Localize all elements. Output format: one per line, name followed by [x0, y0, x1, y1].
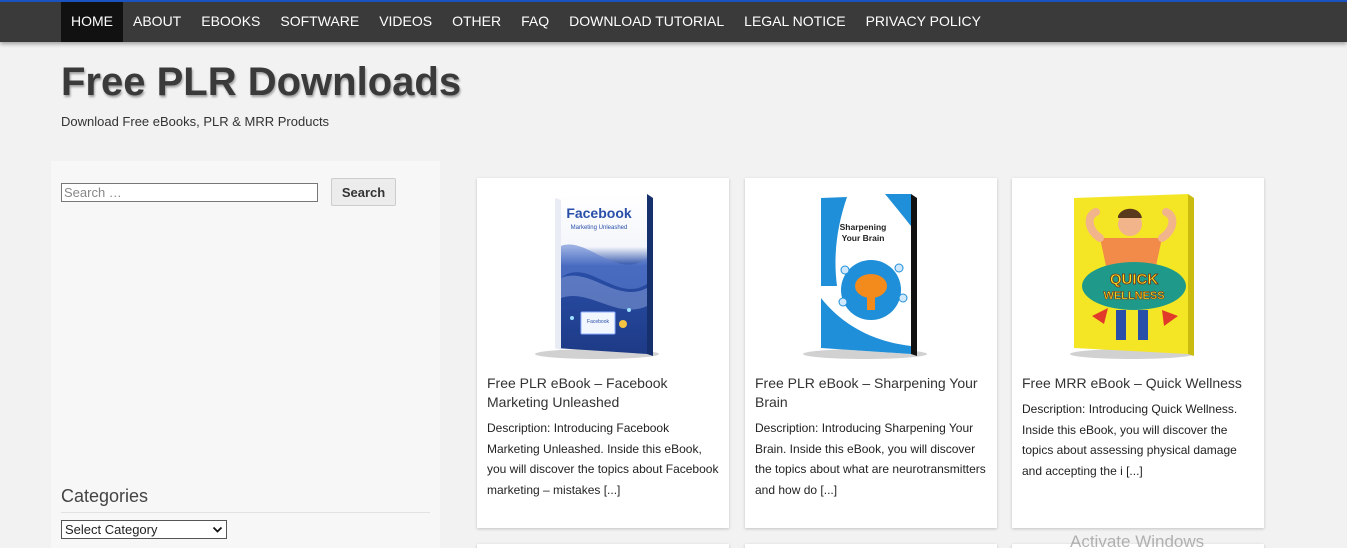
post-excerpt: Description: Introducing Facebook Market…: [487, 418, 723, 500]
main-navigation-bar: HOME ABOUT EBOOKS SOFTWARE VIDEOS OTHER …: [0, 2, 1347, 42]
post-card-quick-wellness: QUICK WELLNESS Free MRR eBook – Quick We…: [1012, 178, 1264, 528]
main-menu: HOME ABOUT EBOOKS SOFTWARE VIDEOS OTHER …: [61, 2, 991, 42]
categories-divider: [61, 512, 430, 513]
nav-item-privacy-policy[interactable]: PRIVACY POLICY: [856, 2, 991, 42]
post-card-facebook: Facebook Marketing Unleashed Facebook Fr…: [477, 178, 729, 528]
category-select[interactable]: Select Category: [61, 520, 227, 539]
post-excerpt: Description: Introducing Quick Wellness.…: [1022, 399, 1258, 481]
book-cover-image[interactable]: Facebook Marketing Unleashed Facebook: [477, 186, 729, 368]
site-tagline: Download Free eBooks, PLR & MRR Products: [61, 114, 330, 129]
cover-title-line1: QUICK: [1110, 271, 1159, 288]
book-cover-image[interactable]: QUICK WELLNESS: [1012, 186, 1264, 368]
nav-item-ebooks[interactable]: EBOOKS: [191, 2, 270, 42]
post-excerpt: Description: Introducing Sharpening Your…: [755, 418, 991, 500]
read-more-link[interactable]: [...]: [820, 483, 837, 497]
nav-item-about[interactable]: ABOUT: [123, 2, 191, 42]
nav-item-home[interactable]: HOME: [61, 2, 123, 42]
cover-title-line2: WELLNESS: [1103, 290, 1164, 302]
nav-item-videos[interactable]: VIDEOS: [369, 2, 442, 42]
read-more-link[interactable]: [...]: [1126, 464, 1143, 478]
sidebar: Search Categories Select Category: [51, 161, 440, 548]
next-post-card-peek: [745, 544, 997, 548]
cover-title-line2: Your Brain: [842, 233, 885, 243]
post-card-sharpening-your-brain: Sharpening Your Brain Free PLR eBook – S…: [745, 178, 997, 528]
activate-windows-watermark: Activate Windows: [1070, 532, 1205, 548]
cover-title: Facebook: [566, 205, 632, 221]
site-title[interactable]: Free PLR Downloads: [61, 60, 461, 105]
nav-item-other[interactable]: OTHER: [442, 2, 511, 42]
post-title-link[interactable]: Free MRR eBook – Quick Wellness: [1022, 374, 1258, 393]
search-button[interactable]: Search: [331, 178, 396, 206]
category-select-value: Select Category: [65, 522, 158, 537]
cover-subtitle: Marketing Unleashed: [571, 225, 628, 231]
nav-item-software[interactable]: SOFTWARE: [270, 2, 369, 42]
categories-heading: Categories: [61, 486, 149, 506]
chevron-down-icon: [212, 526, 223, 533]
post-title-link[interactable]: Free PLR eBook – Sharpening Your Brain: [755, 374, 991, 412]
post-title-link[interactable]: Free PLR eBook – Facebook Marketing Unle…: [487, 374, 723, 412]
read-more-link[interactable]: [...]: [604, 483, 621, 497]
cover-screen-label: Facebook: [587, 319, 609, 325]
nav-item-faq[interactable]: FAQ: [511, 2, 559, 42]
post-description: Description: Introducing Sharpening Your…: [755, 421, 986, 497]
nav-item-download-tutorial[interactable]: DOWNLOAD TUTORIAL: [559, 2, 734, 42]
cover-title-line1: Sharpening: [840, 222, 887, 232]
search-input[interactable]: [61, 183, 318, 202]
nav-item-legal-notice[interactable]: LEGAL NOTICE: [734, 2, 855, 42]
book-cover-image[interactable]: Sharpening Your Brain: [745, 186, 997, 368]
next-post-card-peek: [477, 544, 729, 548]
